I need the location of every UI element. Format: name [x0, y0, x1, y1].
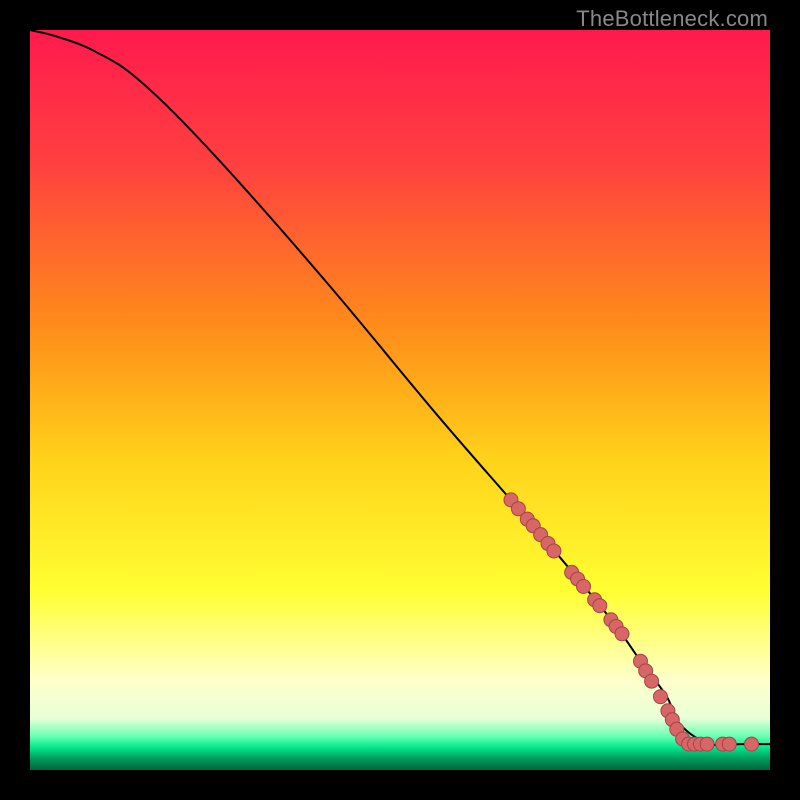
- data-marker: [653, 690, 667, 704]
- watermark-text: TheBottleneck.com: [576, 6, 768, 32]
- data-marker: [547, 544, 561, 558]
- data-marker: [700, 737, 714, 751]
- plot-area: [30, 30, 770, 770]
- data-marker: [615, 627, 629, 641]
- curve-layer: [30, 30, 770, 770]
- data-marker: [577, 579, 591, 593]
- marker-group: [504, 493, 759, 751]
- chart-frame: TheBottleneck.com: [0, 0, 800, 800]
- data-marker: [745, 737, 759, 751]
- data-marker: [593, 599, 607, 613]
- data-marker: [722, 737, 736, 751]
- data-marker: [645, 674, 659, 688]
- bottleneck-curve: [30, 30, 770, 746]
